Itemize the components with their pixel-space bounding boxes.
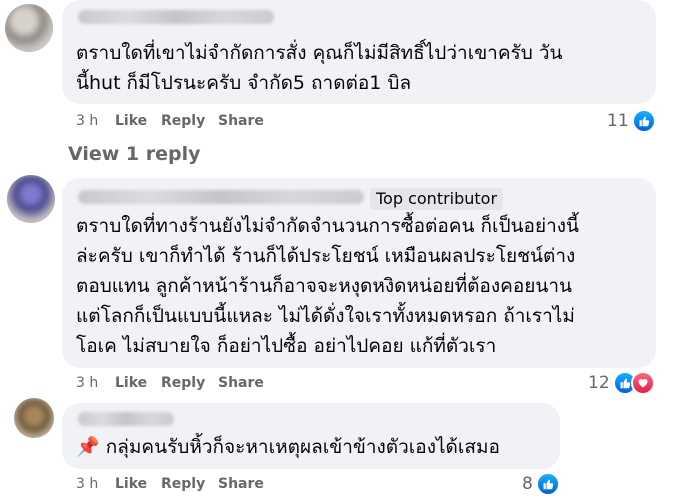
comment-timestamp[interactable]: 3 h (76, 113, 98, 129)
love-icon (630, 371, 655, 395)
like-icon (631, 109, 656, 133)
reaction-count: 12 (588, 373, 610, 393)
like-button[interactable]: Like (115, 113, 147, 129)
reaction-summary[interactable]: 8 (522, 472, 560, 496)
comment-text-body: กลุ่มคนรับหิ้วก็จะหาเหตุผลเข้าข้างตัวเอง… (105, 436, 500, 458)
comment-bubble: 📌 กลุ่มคนรับหิ้วก็จะหาเหตุผลเข้าข้างตัวเ… (62, 403, 560, 469)
comment-bubble: Top contributor ตราบใดที่ทางร้านยังไม่จำ… (62, 178, 656, 368)
view-replies-link[interactable]: View 1 reply (68, 143, 201, 165)
reply-button[interactable]: Reply (161, 113, 205, 129)
comment-bubble: ตราบใดที่เขาไม่จำกัดการสั่ง คุณก็ไม่มีสิ… (62, 0, 656, 104)
like-button[interactable]: Like (115, 476, 147, 492)
pin-icon: 📌 (76, 436, 100, 458)
reply-button[interactable]: Reply (161, 476, 205, 492)
avatar[interactable] (7, 175, 55, 223)
reaction-count: 11 (607, 111, 629, 131)
reaction-summary[interactable]: 12 (588, 371, 655, 395)
share-button[interactable]: Share (218, 113, 264, 129)
share-button[interactable]: Share (218, 476, 264, 492)
reply-button[interactable]: Reply (161, 375, 205, 391)
like-icon (535, 472, 560, 496)
top-contributor-badge: Top contributor (370, 188, 504, 210)
reaction-count: 8 (522, 474, 533, 494)
avatar[interactable] (14, 398, 54, 438)
commenter-name[interactable] (78, 10, 274, 24)
like-button[interactable]: Like (115, 375, 147, 391)
share-button[interactable]: Share (218, 375, 264, 391)
comment-timestamp[interactable]: 3 h (76, 476, 98, 492)
comment-timestamp[interactable]: 3 h (76, 375, 98, 391)
comment-text: ตราบใดที่ทางร้านยังไม่จำกัดจำนวนการซื้อต… (76, 215, 580, 357)
comment-text: 📌 กลุ่มคนรับหิ้วก็จะหาเหตุผลเข้าข้างตัวเ… (76, 432, 556, 462)
comment-text: ตราบใดที่เขาไม่จำกัดการสั่ง คุณก็ไม่มีสิ… (76, 42, 563, 94)
avatar[interactable] (5, 4, 53, 52)
commenter-name[interactable] (78, 190, 364, 204)
commenter-name[interactable] (78, 412, 174, 426)
reaction-summary[interactable]: 11 (607, 109, 656, 133)
